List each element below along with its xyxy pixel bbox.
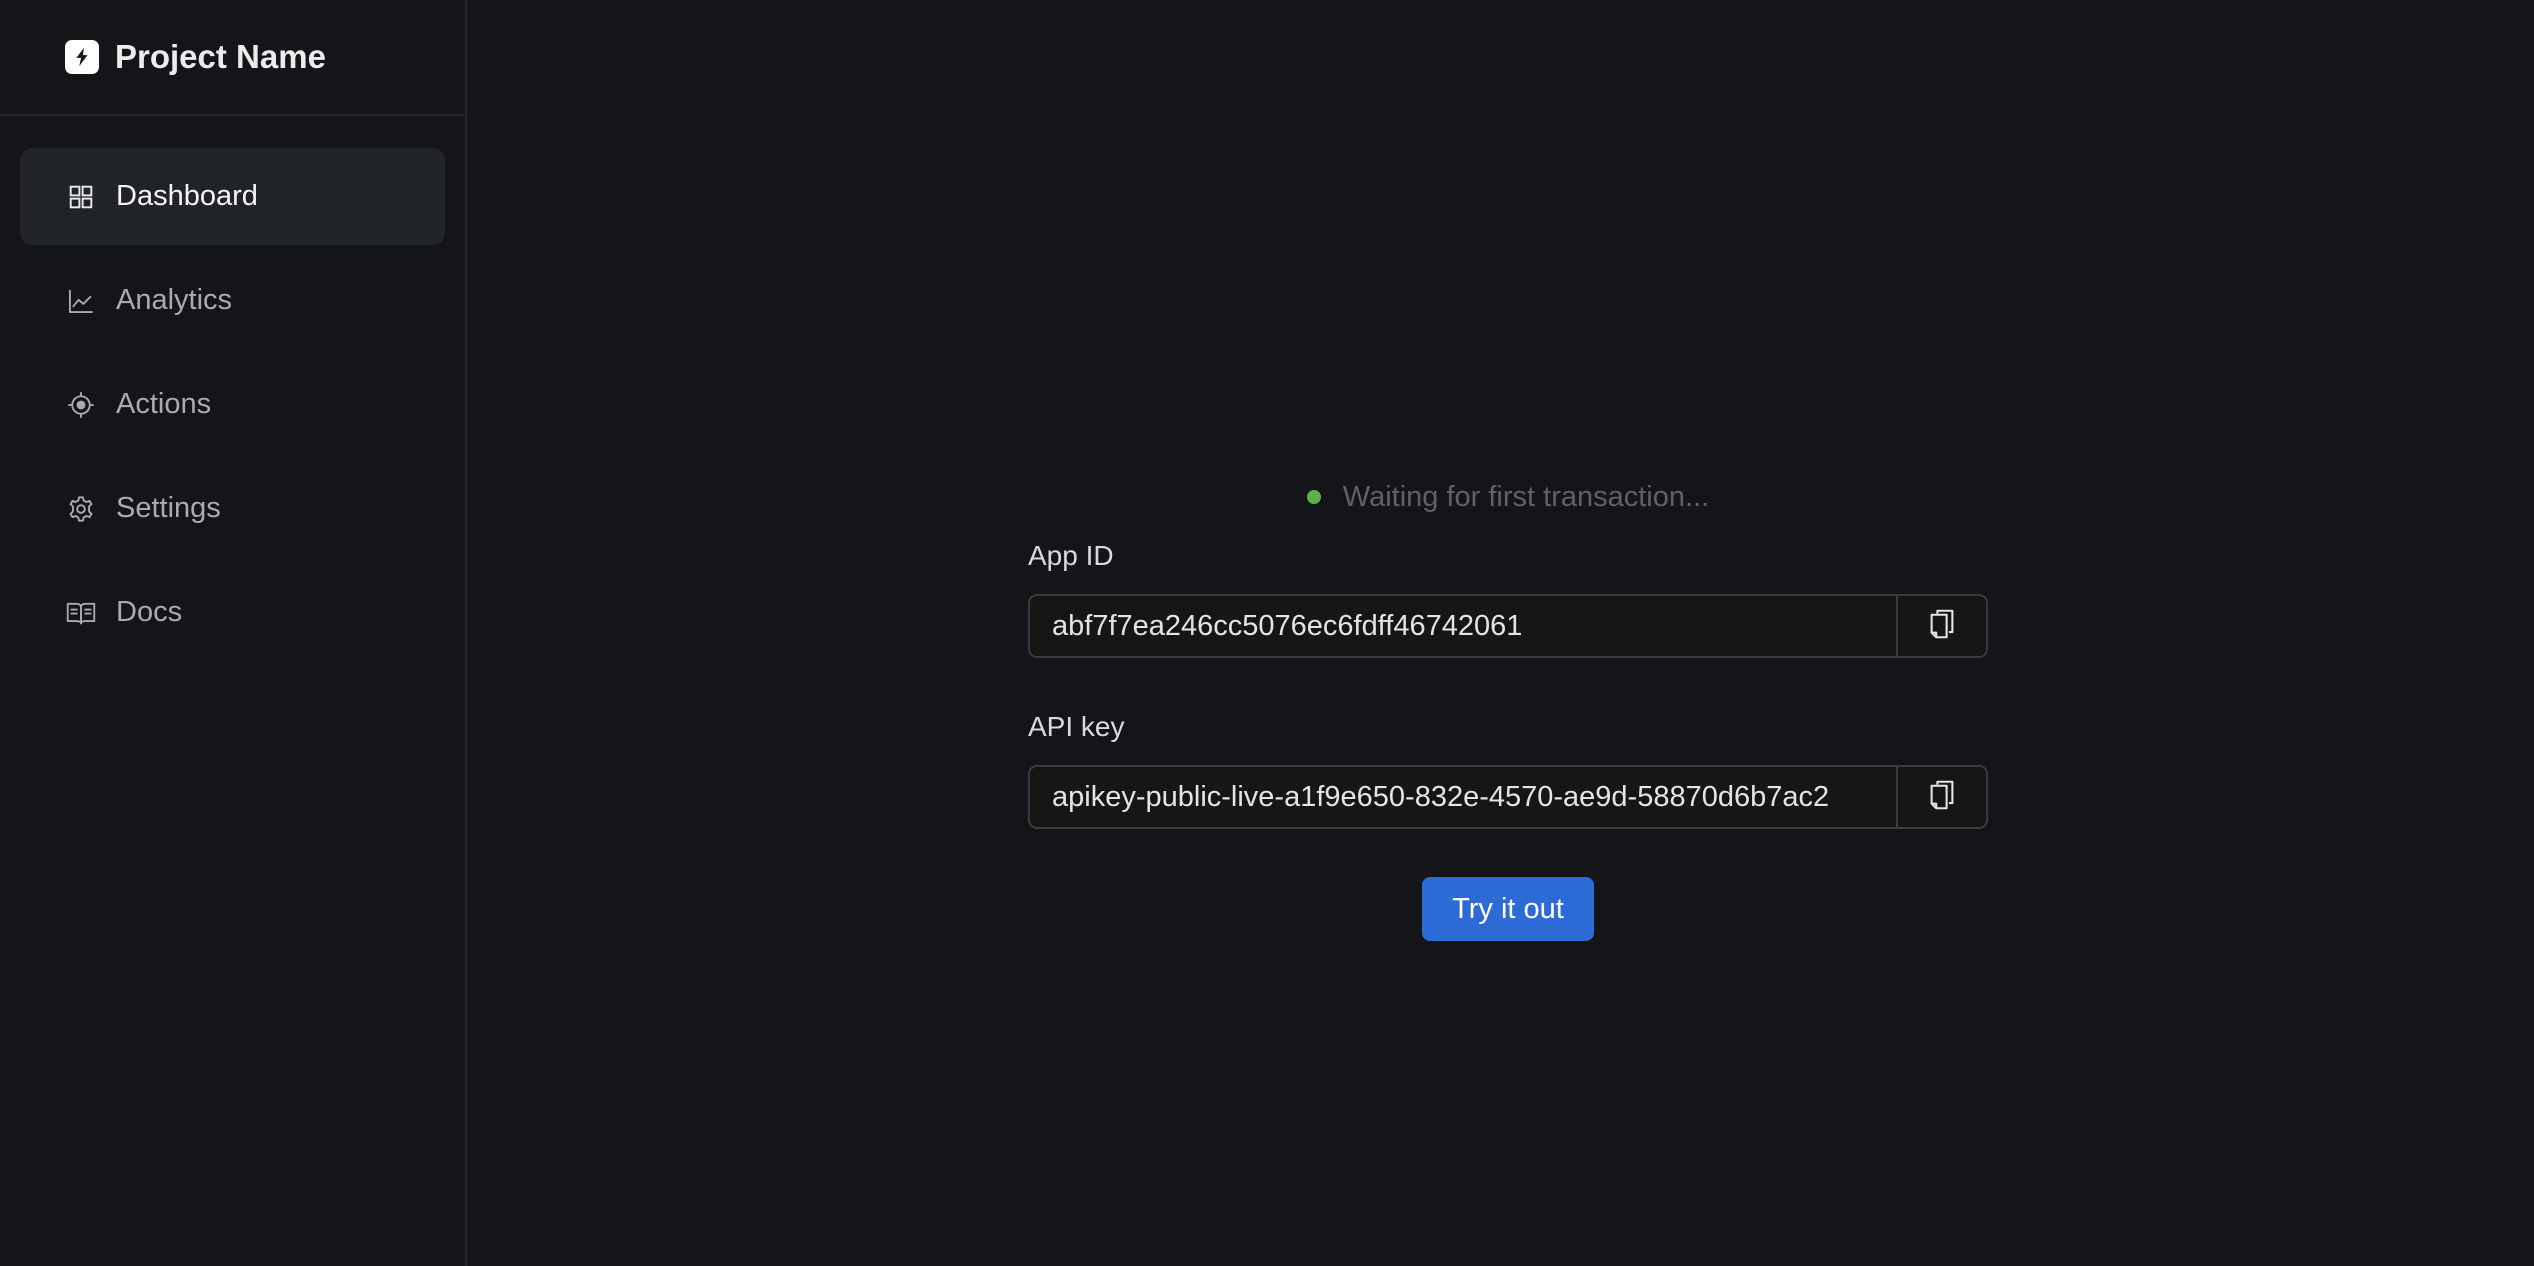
project-name: Project Name xyxy=(115,38,326,75)
app-id-group: App ID xyxy=(1028,540,1988,658)
sidebar-item-label: Settings xyxy=(116,492,221,524)
brand-header: Project Name xyxy=(0,0,465,116)
sidebar-item-label: Docs xyxy=(116,596,183,628)
sidebar-nav: Dashboard Analytics Actions Settings Doc… xyxy=(0,116,465,661)
try-wrap: Try it out xyxy=(1028,877,1988,941)
status-indicator: Waiting for first transaction... xyxy=(1028,474,1988,520)
try-it-out-button[interactable]: Try it out xyxy=(1422,877,1594,941)
sidebar-item-dashboard[interactable]: Dashboard xyxy=(20,148,445,245)
api-key-label: API key xyxy=(1028,711,1125,742)
app-id-field xyxy=(1028,594,1988,658)
main-content: Waiting for first transaction... App ID xyxy=(467,0,2534,1266)
copy-icon xyxy=(1929,780,1955,815)
api-key-input[interactable] xyxy=(1030,767,1896,827)
grid-icon xyxy=(66,182,96,212)
sidebar-item-label: Actions xyxy=(116,388,212,420)
sidebar-item-analytics[interactable]: Analytics xyxy=(20,252,445,349)
sidebar-item-label: Dashboard xyxy=(116,180,258,212)
app-id-input[interactable] xyxy=(1030,596,1896,656)
copy-app-id-button[interactable] xyxy=(1896,596,1986,656)
sidebar: Project Name Dashboard Analytics Actions… xyxy=(0,0,467,1266)
app-root: Project Name Dashboard Analytics Actions… xyxy=(0,0,2534,1266)
status-dot xyxy=(1306,490,1321,504)
sidebar-item-label: Analytics xyxy=(116,284,233,316)
sidebar-item-docs[interactable]: Docs xyxy=(20,564,445,661)
sidebar-item-settings[interactable]: Settings xyxy=(20,460,445,557)
copy-api-key-button[interactable] xyxy=(1896,767,1986,827)
line-chart-icon xyxy=(66,286,96,316)
api-key-field xyxy=(1028,765,1988,829)
copy-icon xyxy=(1929,609,1955,644)
status-text: Waiting for first transaction... xyxy=(1342,480,1710,513)
sidebar-item-actions[interactable]: Actions xyxy=(20,356,445,453)
api-key-group: API key xyxy=(1028,711,1988,829)
gear-icon xyxy=(66,494,96,524)
bolt-logo-icon xyxy=(65,40,99,74)
app-id-label: App ID xyxy=(1028,540,1114,571)
book-icon xyxy=(66,598,96,628)
crosshair-icon xyxy=(66,390,96,420)
setup-panel: Waiting for first transaction... App ID xyxy=(1028,474,1988,941)
